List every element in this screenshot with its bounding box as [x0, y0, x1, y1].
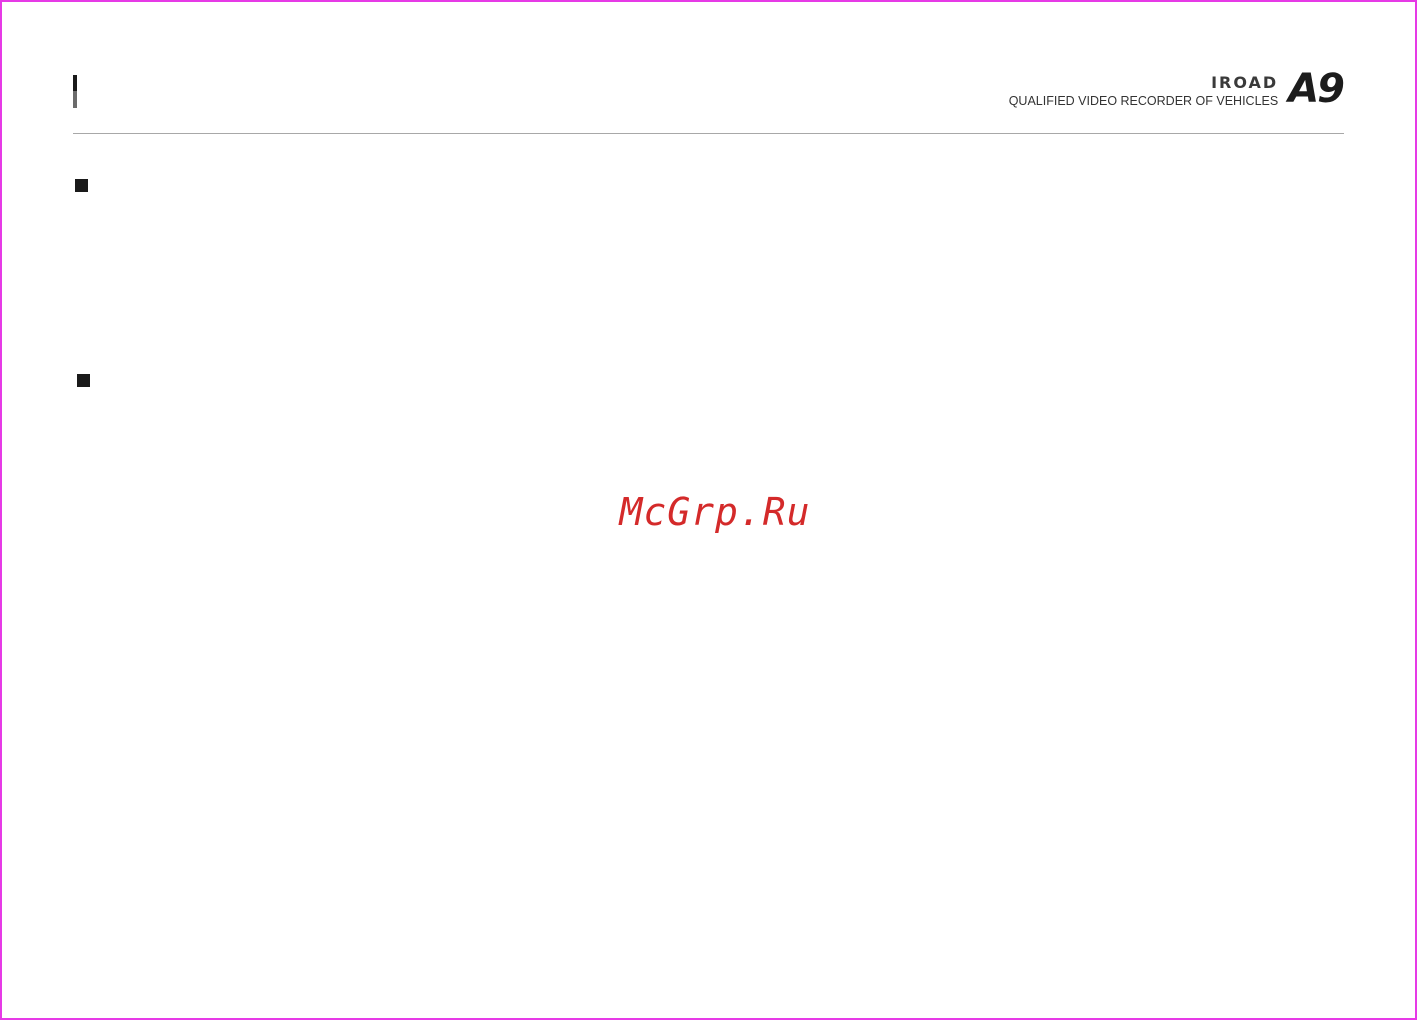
brand-model: A9 — [1288, 66, 1345, 112]
section-bullet-square-1 — [75, 179, 88, 192]
header-marker-bar — [73, 75, 77, 108]
section-bullet-square-2 — [77, 374, 90, 387]
header-divider — [73, 133, 1344, 134]
brand-text: IROAD QUALIFIED VIDEO RECORDER OF VEHICL… — [1008, 73, 1279, 109]
watermark-text: McGrp.Ru — [619, 490, 811, 534]
header-marker-bottom — [73, 91, 77, 108]
brand-logo: IROAD QUALIFIED VIDEO RECORDER OF VEHICL… — [1008, 66, 1345, 112]
brand-name: IROAD — [1211, 73, 1279, 92]
brand-tagline: QUALIFIED VIDEO RECORDER OF VEHICLES — [1008, 94, 1279, 108]
header-marker-top — [73, 75, 77, 91]
